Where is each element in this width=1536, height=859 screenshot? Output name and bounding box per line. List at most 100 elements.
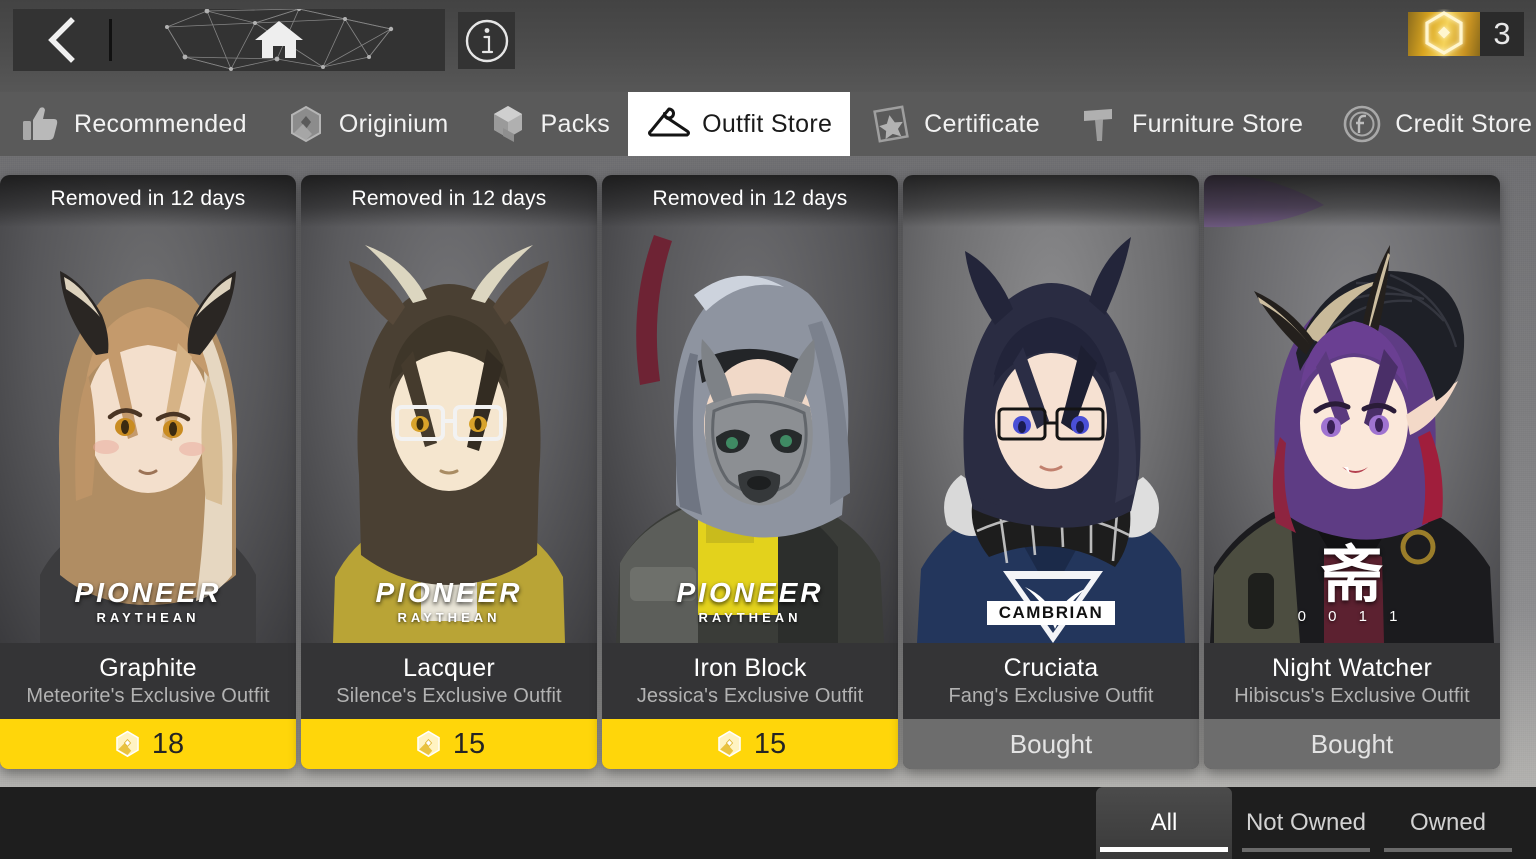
card-brand: PIONEER RAYTHEAN (301, 577, 597, 625)
buy-button[interactable]: 15 (602, 719, 898, 769)
bought-status: Bought (1204, 719, 1500, 769)
tab-label: Furniture Store (1132, 109, 1304, 138)
outfit-art: Removed in 12 days PIONEER RAYTHEAN (301, 175, 597, 643)
store-tab-bar: Recommended Originium Packs Outfit Store… (0, 92, 1536, 156)
outfit-owner: Fang's Exclusive Outfit (948, 685, 1154, 707)
brand-main-text: CAMBRIAN (986, 601, 1116, 625)
card-ribbon (903, 175, 1199, 227)
tab-credit-store[interactable]: Credit Store (1321, 92, 1536, 156)
bottom-bar: All Not Owned Owned (0, 787, 1536, 859)
outfit-card[interactable]: Removed in 12 days PIONEER RAYTHEAN Lacq… (301, 175, 597, 769)
filter-underline (1242, 848, 1370, 852)
card-ribbon: Removed in 12 days (0, 175, 296, 227)
tab-packs[interactable]: Packs (467, 92, 629, 156)
home-button[interactable] (112, 9, 445, 71)
filter-label: All (1150, 809, 1178, 836)
tab-outfit-store[interactable]: Outfit Store (628, 92, 851, 156)
card-meta: Iron Block Jessica's Exclusive Outfit (602, 643, 898, 719)
outfit-name: Graphite (99, 654, 197, 682)
tab-label: Outfit Store (702, 109, 833, 138)
silence-portrait (301, 175, 597, 643)
tab-furniture-store[interactable]: Furniture Store (1058, 92, 1321, 156)
outfit-art: CAMBRIAN (903, 175, 1199, 643)
packs-icon (485, 101, 531, 147)
originium-prime-icon (417, 730, 440, 757)
tab-certificate[interactable]: Certificate (850, 92, 1058, 156)
outfit-name: Iron Block (693, 654, 807, 682)
currency-display[interactable]: 3 (1408, 10, 1524, 58)
brand-sub-text: RAYTHEAN (397, 610, 501, 625)
currency-plate (1408, 11, 1480, 56)
meteorite-portrait (0, 175, 296, 643)
originium-prime-icon (116, 730, 139, 757)
tab-label: Originium (338, 109, 449, 138)
outfit-owner: Silence's Exclusive Outfit (336, 685, 562, 707)
buy-button[interactable]: 15 (301, 719, 597, 769)
filter-all[interactable]: All (1096, 787, 1232, 859)
card-ribbon (1204, 175, 1500, 227)
brand-main-text: PIONEER (74, 577, 222, 608)
card-brand: CAMBRIAN (903, 601, 1199, 625)
filter-not-owned[interactable]: Not Owned (1238, 787, 1374, 859)
price-amount: 15 (452, 727, 486, 760)
hammer-icon (1076, 101, 1122, 147)
outfit-card-list: Removed in 12 days PIONEER RAYTHEAN Grap… (0, 175, 1500, 769)
card-brand: 斋 0 0 1 1 (1204, 545, 1500, 625)
outfit-art: 斋 0 0 1 1 (1204, 175, 1500, 643)
outfit-card[interactable]: Removed in 12 days PIONEER RAYTHEAN Iron… (602, 175, 898, 769)
card-ribbon: Removed in 12 days (301, 175, 597, 227)
outfit-card[interactable]: Removed in 12 days PIONEER RAYTHEAN Grap… (0, 175, 296, 769)
originium-icon (283, 101, 329, 147)
outfit-owner: Jessica's Exclusive Outfit (636, 685, 864, 707)
tab-originium[interactable]: Originium (265, 92, 467, 156)
info-icon (465, 19, 508, 62)
outfit-name: Cruciata (1003, 654, 1099, 682)
originium-prime-icon (1425, 11, 1463, 55)
bought-label: Bought (1310, 728, 1394, 759)
tab-label: Packs (540, 109, 611, 138)
credit-coin-icon (1339, 101, 1385, 147)
certificate-icon (868, 101, 914, 147)
card-meta: Graphite Meteorite's Exclusive Outfit (0, 643, 296, 719)
jessica-portrait (602, 175, 898, 643)
outfit-owner: Meteorite's Exclusive Outfit (26, 685, 270, 707)
filter-label: Not Owned (1245, 809, 1367, 836)
card-meta: Night Watcher Hibiscus's Exclusive Outfi… (1204, 643, 1500, 719)
card-ribbon: Removed in 12 days (602, 175, 898, 227)
tab-label: Recommended (74, 109, 247, 138)
card-brand: PIONEER RAYTHEAN (0, 577, 296, 625)
top-header: 3 (0, 0, 1536, 92)
outfit-store-content: Removed in 12 days PIONEER RAYTHEAN Grap… (0, 156, 1536, 787)
filter-owned[interactable]: Owned (1380, 787, 1516, 859)
outfit-card[interactable]: 斋 0 0 1 1 Night Watcher Hibiscus's Exclu… (1204, 175, 1500, 769)
ownership-filter-group: All Not Owned Owned (1090, 787, 1516, 859)
filter-underline (1384, 848, 1512, 852)
outfit-name: Night Watcher (1271, 654, 1433, 682)
back-button[interactable] (13, 9, 109, 71)
price-amount: 15 (753, 727, 787, 760)
tab-recommended[interactable]: Recommended (0, 92, 265, 156)
buy-button[interactable]: 18 (0, 719, 296, 769)
brand-main-text: PIONEER (676, 577, 824, 608)
tab-label: Credit Store (1395, 109, 1533, 138)
card-meta: Cruciata Fang's Exclusive Outfit (903, 643, 1199, 719)
bought-label: Bought (1009, 728, 1093, 759)
fang-portrait (903, 175, 1199, 643)
outfit-owner: Hibiscus's Exclusive Outfit (1234, 685, 1470, 707)
hanger-icon (646, 101, 692, 147)
outfit-card[interactable]: CAMBRIAN Cruciata Fang's Exclusive Outfi… (903, 175, 1199, 769)
currency-amount: 3 (1480, 12, 1524, 56)
tab-label: Certificate (924, 109, 1040, 138)
info-button[interactable] (458, 12, 515, 69)
brand-main-text: PIONEER (375, 577, 523, 608)
thumbs-up-icon (18, 101, 64, 147)
outfit-name: Lacquer (403, 654, 495, 682)
brand-sub-text: RAYTHEAN (96, 610, 200, 625)
card-brand: PIONEER RAYTHEAN (602, 577, 898, 625)
header-nav-group (13, 9, 445, 71)
brand-sub-text: RAYTHEAN (698, 610, 802, 625)
card-meta: Lacquer Silence's Exclusive Outfit (301, 643, 597, 719)
filter-label: Owned (1409, 809, 1487, 836)
outfit-art: Removed in 12 days PIONEER RAYTHEAN (602, 175, 898, 643)
price-amount: 18 (151, 727, 185, 760)
